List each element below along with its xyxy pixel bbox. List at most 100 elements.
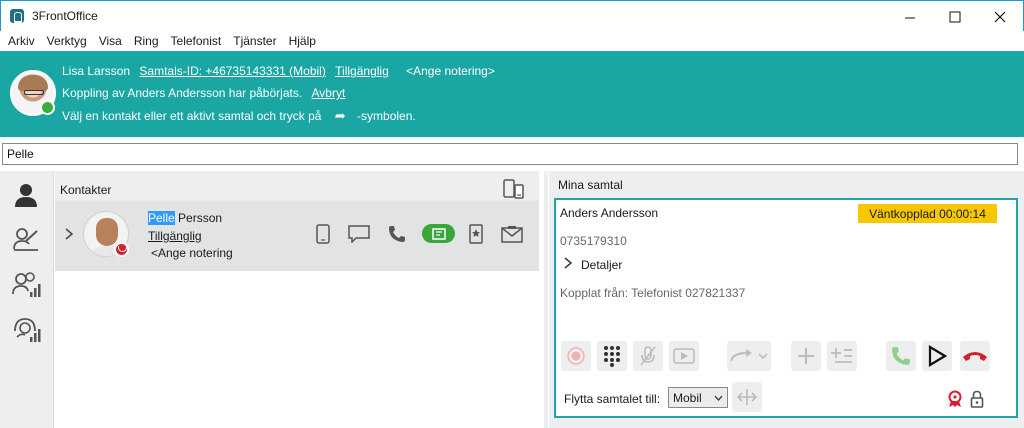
keypad-icon	[604, 346, 620, 367]
presence-busy-icon	[114, 242, 129, 257]
menu-tjanster[interactable]: Tjänster	[227, 31, 282, 51]
minimize-button[interactable]	[887, 2, 933, 31]
contact-card-button[interactable]	[464, 223, 488, 245]
headset-stats-icon	[14, 318, 41, 342]
phone-answer-icon	[892, 347, 910, 365]
nav-queue-button[interactable]	[10, 314, 42, 346]
chevron-right-icon[interactable]	[63, 227, 75, 241]
record-button[interactable]	[561, 341, 591, 371]
nav-contacts-button[interactable]	[10, 179, 42, 211]
nav-signin-button[interactable]	[10, 223, 42, 255]
person-icon	[15, 184, 37, 207]
user-status-banner: Lisa Larsson Samtals-ID: +46735143331 (M…	[0, 51, 1024, 137]
contact-name[interactable]: Pelle Persson	[148, 211, 222, 225]
transferred-from: Kopplat från: Telefonist 027821337	[560, 286, 746, 300]
search-match: Pelle	[148, 211, 175, 225]
video-button[interactable]	[669, 341, 699, 371]
user-name: Lisa Larsson	[62, 64, 131, 78]
search-input[interactable]	[2, 143, 1018, 165]
add-to-queue-button[interactable]	[827, 341, 857, 371]
move-call-value: Mobil	[673, 390, 702, 405]
mail-icon	[501, 226, 523, 243]
hang-up-icon	[963, 352, 987, 361]
menu-hjalp[interactable]: Hjälp	[283, 31, 322, 51]
nav-groups-button[interactable]	[10, 269, 42, 301]
play-icon	[928, 345, 947, 367]
mic-off-icon	[640, 346, 656, 366]
phone-icon	[389, 226, 405, 242]
menu-arkiv[interactable]: Arkiv	[2, 31, 41, 51]
chevron-down-icon	[714, 395, 723, 401]
swap-arrows-icon	[736, 389, 758, 405]
answer-button[interactable]	[886, 341, 916, 371]
menu-ring[interactable]: Ring	[128, 31, 165, 51]
maximize-button[interactable]	[932, 2, 978, 31]
menu-visa[interactable]: Visa	[93, 31, 128, 51]
banner-transfer-line: Koppling av Anders Andersson har påbörja…	[62, 86, 345, 100]
details-toggle[interactable]: Detaljer	[564, 257, 622, 272]
caller-name: Anders Andersson	[560, 206, 659, 220]
add-call-button[interactable]	[791, 341, 821, 371]
mobile-button[interactable]	[311, 223, 335, 245]
menu-verktyg[interactable]: Verktyg	[41, 31, 93, 51]
email-button[interactable]	[500, 223, 524, 245]
contact-card-icon	[469, 224, 483, 244]
caller-number: 0735179310	[560, 234, 627, 248]
person-checkin-icon	[13, 228, 38, 251]
transfer-arrow-icon: ➦	[334, 108, 346, 123]
move-call-label: Flytta samtalet till:	[564, 392, 661, 406]
priority-badge-icon[interactable]	[947, 390, 963, 408]
contact-name-rest: Persson	[174, 211, 223, 225]
hang-up-button[interactable]	[960, 341, 990, 371]
hold-status-badge: Väntkopplad 00:00:14	[858, 204, 997, 223]
transfer-arrow-dropdown-icon	[730, 349, 768, 362]
my-calls-panel: Mina samtal Anders Andersson Väntkopplad…	[549, 171, 1024, 428]
cancel-transfer-link[interactable]: Avbryt	[312, 86, 346, 100]
transfer-status-text: Koppling av Anders Andersson har påbörja…	[62, 86, 303, 100]
title-bar: 3FrontOffice	[0, 0, 1024, 31]
menu-bar: Arkiv Verktyg Visa Ring Telefonist Tjäns…	[0, 31, 1024, 51]
video-icon	[673, 348, 695, 364]
mobile-phone-icon	[316, 224, 330, 244]
chat-bubble-icon	[348, 225, 370, 243]
app-logo-icon	[10, 9, 24, 23]
call-button[interactable]	[385, 223, 409, 245]
instruction-text: Välj en kontakt eller ett aktivt samtal …	[62, 109, 322, 123]
close-icon	[994, 11, 1006, 22]
presence-available-icon	[40, 100, 55, 115]
devices-icon[interactable]	[503, 179, 525, 199]
active-call-card[interactable]: Anders Andersson Väntkopplad 00:00:14 07…	[554, 198, 1018, 418]
contact-status[interactable]: Tillgänglig	[148, 229, 202, 243]
chat-window-icon	[431, 227, 446, 240]
panel-divider[interactable]	[544, 171, 548, 428]
close-button[interactable]	[977, 2, 1023, 31]
contact-note[interactable]: <Ange notering>	[151, 246, 233, 260]
contact-row[interactable]: Pelle Persson Tillgänglig <Ange notering…	[55, 201, 539, 271]
keypad-button[interactable]	[597, 341, 627, 371]
message-button[interactable]	[347, 223, 371, 245]
contacts-header: Kontakter	[55, 171, 539, 201]
group-stats-icon	[12, 272, 41, 297]
instruction-suffix: -symbolen.	[357, 109, 416, 123]
details-label: Detaljer	[581, 258, 623, 272]
resume-button[interactable]	[922, 341, 952, 371]
list-add-icon	[831, 348, 852, 363]
banner-instruction-line: Välj en kontakt eller ett aktivt samtal …	[62, 108, 416, 124]
call-id-link[interactable]: Samtals-ID: +46735143331 (Mobil)	[139, 64, 325, 78]
contacts-panel: Kontakter Pelle Persson Tillgänglig <Ang…	[55, 171, 539, 428]
move-call-button[interactable]	[732, 382, 762, 412]
mute-button[interactable]	[633, 341, 663, 371]
navigation-rail	[0, 171, 54, 428]
lock-icon[interactable]	[970, 390, 984, 408]
chevron-right-icon	[564, 257, 573, 272]
banner-user-line: Lisa Larsson Samtals-ID: +46735143331 (M…	[62, 64, 495, 78]
move-call-select[interactable]: Mobil	[668, 387, 728, 408]
user-status-link[interactable]: Tillgänglig	[335, 64, 389, 78]
menu-telefonist[interactable]: Telefonist	[165, 31, 228, 51]
maximize-icon	[949, 11, 961, 22]
minimize-icon	[905, 17, 915, 18]
calls-title: Mina samtal	[558, 178, 623, 192]
transfer-button[interactable]	[727, 341, 771, 371]
user-note[interactable]: <Ange notering>	[406, 64, 495, 78]
chat-button[interactable]	[422, 224, 455, 243]
